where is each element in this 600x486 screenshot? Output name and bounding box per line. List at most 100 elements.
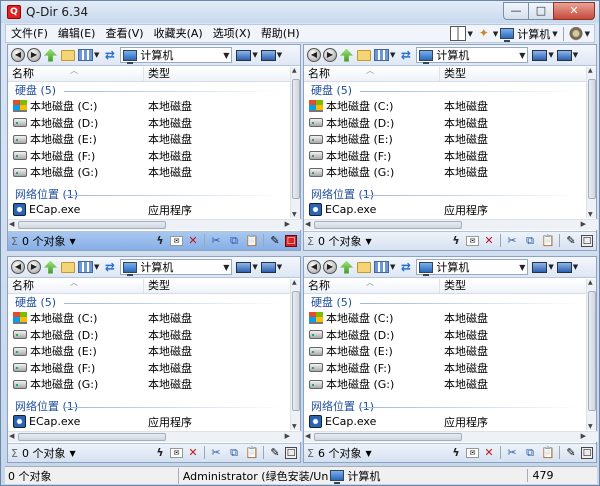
group-drives[interactable]: 硬盘 (5) <box>8 295 291 310</box>
back-icon[interactable]: ◀ <box>11 48 25 62</box>
scroll-down-icon[interactable]: ▼ <box>292 211 297 218</box>
pane-top-left[interactable]: ◀ ▶ ▼ ⇄ 计算机 ▼ ▼ ▼ ︿ 名称 类型 硬盘 (5) 本地磁盘 (C:… <box>7 44 302 251</box>
close-pane-icon[interactable]: □ <box>285 234 297 247</box>
desktop-view-icon[interactable] <box>532 49 548 61</box>
refresh-icon[interactable]: ⇄ <box>399 260 412 274</box>
desktop-dropdown-icon[interactable]: ▼ <box>252 51 257 59</box>
list-item[interactable]: 本地磁盘 (D:) 本地磁盘 <box>8 327 291 344</box>
menu-file[interactable]: 文件(F) <box>6 25 53 42</box>
address-dropdown-icon[interactable]: ▼ <box>223 263 229 272</box>
desktop-dropdown-icon[interactable]: ▼ <box>548 263 553 271</box>
scroll-down-icon[interactable]: ▼ <box>588 211 593 218</box>
column-type[interactable]: 类型 <box>144 67 170 81</box>
close-pane-icon[interactable]: □ <box>581 446 593 459</box>
group-network[interactable]: 网络位置 (1) <box>8 399 291 414</box>
list-item[interactable]: ECap.exe 应用程序 <box>8 202 291 219</box>
delete-icon[interactable]: ✕ <box>481 445 497 460</box>
lightning-icon[interactable]: ϟ <box>448 445 464 460</box>
column-name[interactable]: ︿ 名称 <box>8 66 144 81</box>
list-item[interactable]: 本地磁盘 (D:) 本地磁盘 <box>8 115 291 132</box>
menu-help[interactable]: 帮助(H) <box>256 25 305 42</box>
menu-location-label[interactable]: 计算机 <box>517 26 550 42</box>
pane-object-count[interactable]: 6 个对象 <box>318 445 362 461</box>
cut-icon[interactable]: ✂ <box>208 233 224 248</box>
cut-icon[interactable]: ✂ <box>208 445 224 460</box>
pane-object-count[interactable]: 0 个对象 <box>22 445 66 461</box>
list-item[interactable]: ECap.exe 应用程序 <box>304 202 587 219</box>
view-mode-icon[interactable] <box>374 261 389 273</box>
scroll-down-icon[interactable]: ▼ <box>292 423 297 430</box>
group-drives[interactable]: 硬盘 (5) <box>304 83 587 98</box>
desktop-view-icon[interactable] <box>236 49 252 61</box>
view-mode-icon[interactable] <box>374 49 389 61</box>
email-icon[interactable]: ✉ <box>466 447 479 458</box>
group-network[interactable]: 网络位置 (1) <box>8 187 291 202</box>
list-item[interactable]: 本地磁盘 (F:) 本地磁盘 <box>8 148 291 165</box>
paste-icon[interactable]: 📋 <box>540 445 556 460</box>
horizontal-scrollbar[interactable]: ◀ ▶ <box>8 431 302 442</box>
menu-favorites[interactable]: 收藏夹(A) <box>149 25 208 42</box>
refresh-icon[interactable]: ⇄ <box>399 48 412 62</box>
email-icon[interactable]: ✉ <box>170 235 183 246</box>
copy-icon[interactable]: ⧉ <box>226 233 242 248</box>
network-view-icon[interactable] <box>260 49 276 61</box>
scroll-right-icon[interactable]: ▶ <box>581 220 586 228</box>
lightning-icon[interactable]: ϟ <box>152 233 168 248</box>
list-item[interactable]: 本地磁盘 (G:) 本地磁盘 <box>304 376 587 393</box>
horizontal-scrollbar[interactable]: ◀ ▶ <box>304 219 598 230</box>
title-bar[interactable]: Q Q-Dir 6.34 — □ ✕ <box>1 1 599 23</box>
favorites-dropdown-icon[interactable]: ▼ <box>493 30 498 38</box>
cut-icon[interactable]: ✂ <box>504 233 520 248</box>
paste-icon[interactable]: 📋 <box>244 445 260 460</box>
lightning-icon[interactable]: ϟ <box>152 445 168 460</box>
vertical-scroll-thumb[interactable] <box>292 291 300 411</box>
forward-icon[interactable]: ▶ <box>323 260 337 274</box>
close-pane-icon[interactable]: □ <box>285 446 297 459</box>
up-folder-icon[interactable] <box>340 260 353 274</box>
location-dropdown-icon[interactable]: ▼ <box>552 30 557 38</box>
desktop-view-icon[interactable] <box>532 261 548 273</box>
list-item[interactable]: 本地磁盘 (C:) 本地磁盘 <box>8 310 291 327</box>
list-item[interactable]: 本地磁盘 (F:) 本地磁盘 <box>304 360 587 377</box>
address-dropdown-icon[interactable]: ▼ <box>519 51 525 60</box>
list-item[interactable]: 本地磁盘 (C:) 本地磁盘 <box>304 98 587 115</box>
pane-object-count[interactable]: 0 个对象 <box>22 233 66 249</box>
maximize-button[interactable]: □ <box>528 2 554 20</box>
list-item[interactable]: 本地磁盘 (E:) 本地磁盘 <box>8 343 291 360</box>
list-item[interactable]: 本地磁盘 (C:) 本地磁盘 <box>304 310 587 327</box>
forward-icon[interactable]: ▶ <box>323 48 337 62</box>
paste-icon[interactable]: 📋 <box>244 233 260 248</box>
copy-icon[interactable]: ⧉ <box>522 445 538 460</box>
pane-top-right[interactable]: ◀ ▶ ▼ ⇄ 计算机 ▼ ▼ ▼ ︿ 名称 类型 硬盘 (5) 本地磁盘 (C:… <box>303 44 598 251</box>
pane-object-count[interactable]: 0 个对象 <box>318 233 362 249</box>
scroll-up-icon[interactable]: ▲ <box>292 67 297 74</box>
list-item[interactable]: 本地磁盘 (D:) 本地磁盘 <box>304 115 587 132</box>
up-folder-icon[interactable] <box>44 48 57 62</box>
rename-icon[interactable]: ✎ <box>267 445 283 460</box>
list-item[interactable]: 本地磁盘 (G:) 本地磁盘 <box>8 164 291 181</box>
copy-icon[interactable]: ⧉ <box>226 445 242 460</box>
delete-icon[interactable]: ✕ <box>481 233 497 248</box>
list-item[interactable]: 本地磁盘 (G:) 本地磁盘 <box>304 164 587 181</box>
scroll-down-icon[interactable]: ▼ <box>588 423 593 430</box>
view-mode-dropdown-icon[interactable]: ▼ <box>390 263 395 271</box>
cut-icon[interactable]: ✂ <box>504 445 520 460</box>
email-icon[interactable]: ✉ <box>466 235 479 246</box>
column-name[interactable]: ︿ 名称 <box>304 66 440 81</box>
email-icon[interactable]: ✉ <box>170 447 183 458</box>
delete-icon[interactable]: ✕ <box>185 233 201 248</box>
network-dropdown-icon[interactable]: ▼ <box>573 263 578 271</box>
horizontal-scroll-thumb[interactable] <box>314 433 462 441</box>
view-mode-dropdown-icon[interactable]: ▼ <box>94 51 99 59</box>
column-type[interactable]: 类型 <box>440 279 466 293</box>
address-dropdown-icon[interactable]: ▼ <box>223 51 229 60</box>
forward-icon[interactable]: ▶ <box>27 48 41 62</box>
address-bar[interactable]: 计算机 ▼ <box>416 47 529 64</box>
list-item[interactable]: 本地磁盘 (F:) 本地磁盘 <box>8 360 291 377</box>
back-icon[interactable]: ◀ <box>307 48 321 62</box>
refresh-icon[interactable]: ⇄ <box>103 48 116 62</box>
scroll-left-icon[interactable]: ◀ <box>9 220 14 228</box>
new-folder-icon[interactable] <box>61 49 75 61</box>
new-folder-icon[interactable] <box>61 261 75 273</box>
delete-icon[interactable]: ✕ <box>185 445 201 460</box>
